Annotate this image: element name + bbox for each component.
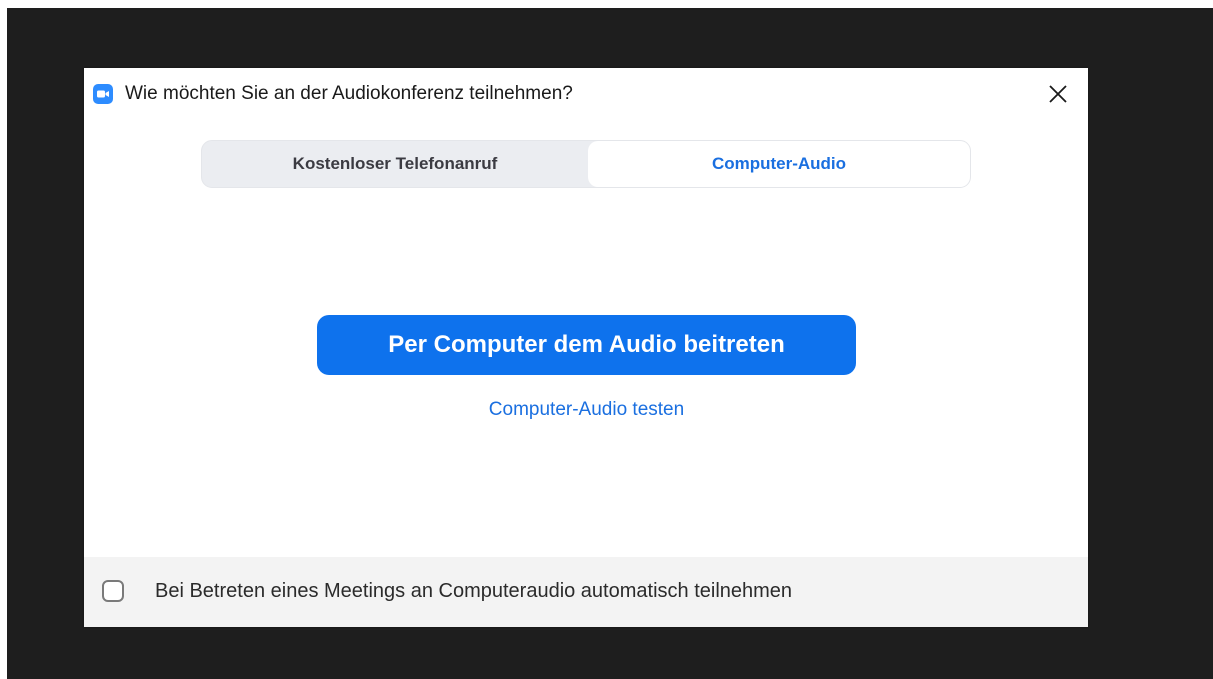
title-bar: Wie möchten Sie an der Audiokonferenz te… [84, 68, 1088, 120]
test-computer-audio-link[interactable]: Computer-Audio testen [317, 398, 856, 422]
dialog-title: Wie möchten Sie an der Audiokonferenz te… [125, 83, 573, 104]
tab-phone-call[interactable]: Kostenloser Telefonanruf [202, 141, 588, 187]
dialog-footer: Bei Betreten eines Meetings an Computera… [84, 557, 1088, 627]
tab-computer-audio[interactable]: Computer-Audio [588, 141, 970, 187]
close-icon[interactable] [1042, 78, 1074, 110]
audio-join-dialog: Wie möchten Sie an der Audiokonferenz te… [84, 68, 1088, 627]
auto-join-checkbox[interactable] [102, 580, 124, 602]
audio-mode-tabs: Kostenloser Telefonanruf Computer-Audio [201, 140, 971, 188]
zoom-camera-icon [93, 84, 113, 104]
join-computer-audio-button[interactable]: Per Computer dem Audio beitreten [317, 315, 856, 375]
auto-join-label[interactable]: Bei Betreten eines Meetings an Computera… [155, 579, 792, 603]
